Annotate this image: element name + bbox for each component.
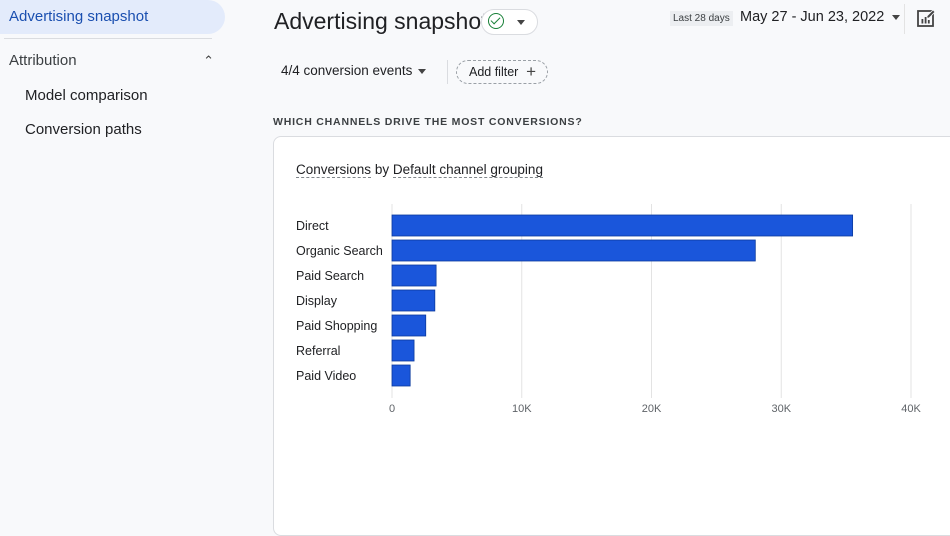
category-label: Paid Video <box>296 369 356 383</box>
category-label: Paid Shopping <box>296 319 377 333</box>
x-tick-label: 10K <box>512 403 532 415</box>
bar[interactable] <box>391 364 411 387</box>
x-tick-label: 40K <box>901 403 921 415</box>
bar[interactable] <box>391 264 437 287</box>
category-label: Direct <box>296 219 329 233</box>
x-tick-label: 0 <box>389 403 395 415</box>
x-tick-label: 20K <box>642 403 662 415</box>
bar[interactable] <box>391 239 756 262</box>
bar[interactable] <box>391 339 415 362</box>
bar[interactable] <box>391 214 854 237</box>
bar[interactable] <box>391 289 436 312</box>
category-label: Organic Search <box>296 244 383 258</box>
x-tick-label: 30K <box>771 403 791 415</box>
bar-chart: 0 10K 20K 30K 40K Direct Organic Search Paid Se… <box>296 204 921 415</box>
bar[interactable] <box>391 314 427 337</box>
category-label: Display <box>296 294 338 308</box>
category-label: Paid Search <box>296 269 364 283</box>
category-label: Referral <box>296 344 340 358</box>
